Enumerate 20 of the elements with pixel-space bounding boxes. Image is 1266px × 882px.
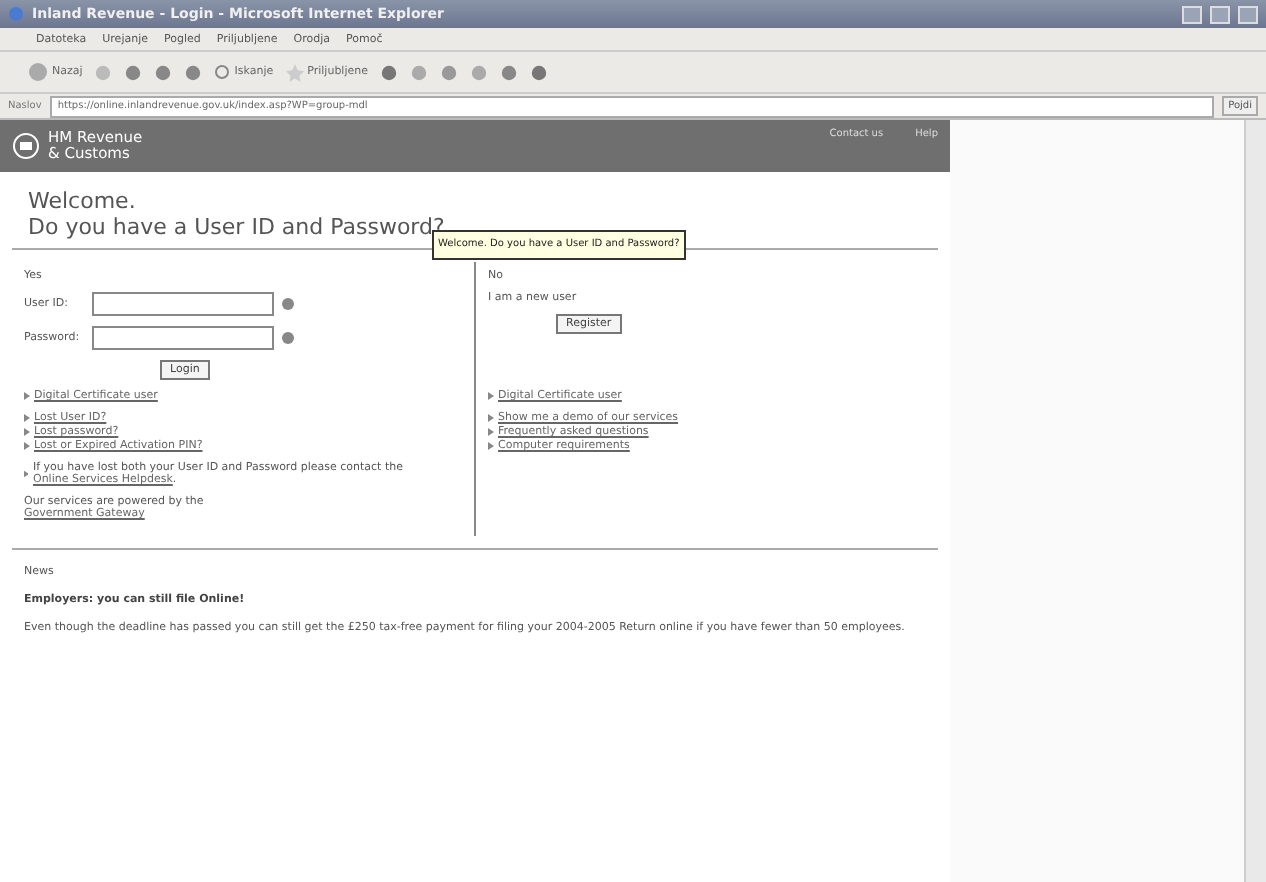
bullet-icon [488,392,494,400]
minimize-button[interactable] [1182,5,1202,23]
search-icon [214,64,231,80]
bullet-icon [24,442,30,450]
input-field[interactable] [92,292,274,316]
bullet-icon [24,414,30,422]
bullet-icon [24,470,29,478]
close-button[interactable] [1238,5,1258,23]
bullet-icon [24,392,30,400]
bullet-icon [488,414,494,422]
bullet-icon [488,428,494,436]
scrollbar[interactable] [1244,120,1266,882]
maximize-button[interactable] [1210,5,1230,23]
bullet-icon [24,428,30,436]
input-field[interactable] [92,326,274,350]
browser-icon [8,6,24,22]
welcome-heading: Welcome. [28,188,138,214]
star-icon [285,63,304,81]
crown-logo-icon [12,132,40,160]
bullet-icon [488,442,494,450]
